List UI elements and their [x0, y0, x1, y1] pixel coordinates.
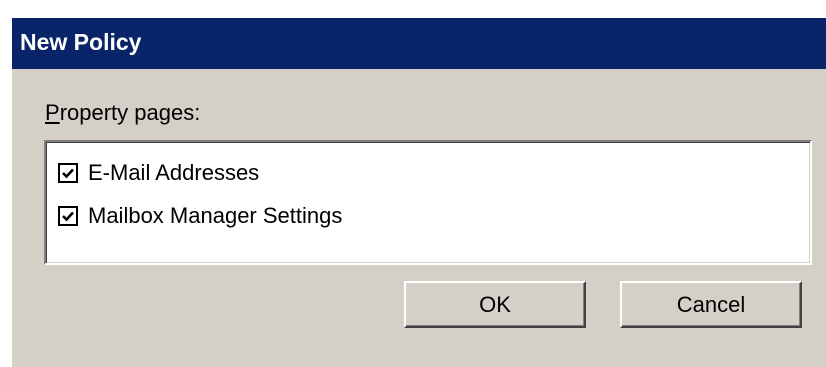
property-pages-label: Property pages: [45, 100, 200, 126]
list-item-label: E-Mail Addresses [88, 160, 260, 185]
property-pages-list[interactable]: E-Mail Addresses Mailbox Manager Setting… [44, 140, 812, 265]
checkbox-checked-icon[interactable] [58, 206, 78, 226]
cropped-text-fragment [0, 0, 826, 20]
title-bar: New Policy [12, 18, 826, 69]
cancel-button[interactable]: Cancel [620, 281, 802, 328]
checkbox-checked-icon[interactable] [58, 163, 78, 183]
new-policy-dialog: New Policy Property pages: E-Mail Addres… [10, 18, 826, 367]
list-item-email-addresses[interactable]: E-Mail Addresses [58, 158, 259, 188]
dialog-title: New Policy [20, 29, 142, 55]
ok-button[interactable]: OK [404, 281, 586, 328]
list-item-label: Mailbox Manager Settings [88, 203, 343, 228]
property-pages-label-text: roperty pages: [59, 100, 201, 125]
list-item-mailbox-manager-settings[interactable]: Mailbox Manager Settings [58, 201, 342, 231]
property-pages-mnemonic: P [45, 100, 60, 125]
